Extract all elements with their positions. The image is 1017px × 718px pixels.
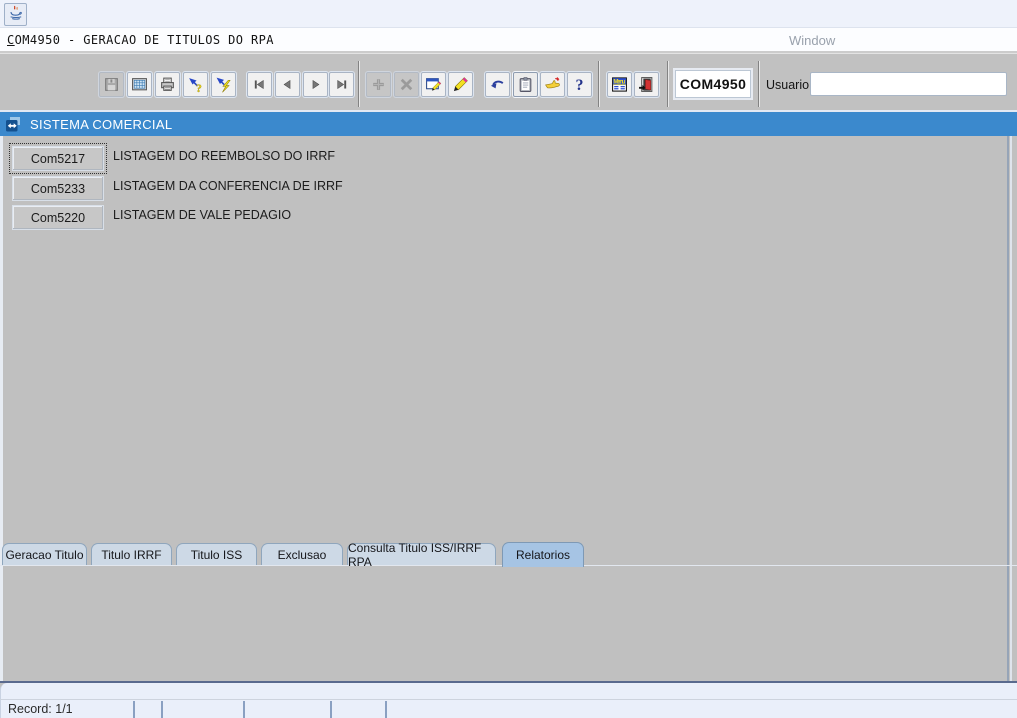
frame-title: SISTEMA COMERCIAL <box>30 117 172 132</box>
toolbar-separator <box>598 61 600 107</box>
next-record-icon <box>307 76 324 93</box>
pencil-icon <box>452 76 469 93</box>
hand-icon <box>544 76 561 93</box>
status-divider <box>0 699 1017 700</box>
insert-record-button[interactable] <box>366 72 391 97</box>
report-button-com5233[interactable]: Com5233 <box>12 176 104 201</box>
toolbar-separator <box>758 61 760 107</box>
enter-query-button[interactable]: ? <box>183 72 208 97</box>
menu-bar: COM4950 - GERACAO DE TITULOS DO RPA Wind… <box>0 28 1017 53</box>
tab-exclusao[interactable]: Exclusao <box>261 543 343 565</box>
delete-record-button[interactable] <box>394 72 419 97</box>
clipboard-button[interactable] <box>513 72 538 97</box>
tab-relatorios[interactable]: Relatorios <box>502 542 584 567</box>
save-button[interactable] <box>99 72 124 97</box>
java-coffee-cup-icon <box>8 5 24 24</box>
frame-titlebar: SISTEMA COMERCIAL <box>0 110 1017 136</box>
execute-query-icon <box>215 76 232 93</box>
report-row: Com5220 LISTAGEM DE VALE PEDAGIO <box>12 205 291 230</box>
tab-titulo-iss[interactable]: Titulo ISS <box>176 543 257 565</box>
usuario-input[interactable] <box>810 72 1007 96</box>
help-button[interactable]: ? <box>567 72 592 97</box>
menu-button[interactable]: Menu <box>607 72 632 97</box>
svg-text:?: ? <box>576 77 584 93</box>
delete-record-icon <box>398 76 415 93</box>
status-cell-separator <box>243 701 245 718</box>
print-button[interactable] <box>155 72 180 97</box>
tab-titulo-irrf[interactable]: Titulo IRRF <box>91 543 172 565</box>
frame-right-edge-highlight <box>1010 136 1012 681</box>
report-description: LISTAGEM DA CONFERENCIA DE IRRF <box>113 179 343 193</box>
previous-record-icon <box>279 76 296 93</box>
tab-geracao-titulo[interactable]: Geracao Titulo <box>2 543 87 565</box>
status-bar <box>0 683 1017 718</box>
toolbar-separator <box>358 61 360 107</box>
menu-item-module-title[interactable]: COM4950 - GERACAO DE TITULOS DO RPA <box>7 33 274 47</box>
next-record-button[interactable] <box>303 72 328 97</box>
help-icon: ? <box>571 76 588 93</box>
last-record-button[interactable] <box>329 72 354 97</box>
report-description: LISTAGEM DE VALE PEDAGIO <box>113 208 291 222</box>
window-top-strip <box>0 0 1017 28</box>
toolbar: ? <box>0 53 1017 112</box>
exit-door-icon <box>638 76 655 93</box>
menu-item-window[interactable]: Window <box>789 33 835 48</box>
report-description: LISTAGEM DO REEMBOLSO DO IRRF <box>113 149 335 163</box>
frame-right-edge <box>1007 136 1009 681</box>
svg-text:Menu: Menu <box>613 78 625 85</box>
status-cell-separator <box>161 701 163 718</box>
java-application-button[interactable] <box>4 3 27 26</box>
insert-record-icon <box>370 76 387 93</box>
status-cell-separator <box>385 701 387 718</box>
save-icon <box>103 76 120 93</box>
svg-text:?: ? <box>196 82 202 93</box>
clipboard-icon <box>517 76 534 93</box>
first-record-icon <box>251 76 268 93</box>
menu-icon: Menu <box>611 76 628 93</box>
item-editor-button[interactable] <box>448 72 473 97</box>
status-cell-separator <box>330 701 332 718</box>
undo-icon <box>489 76 506 93</box>
print-icon <box>159 76 176 93</box>
record-lock-button[interactable] <box>540 72 565 97</box>
execute-query-button[interactable] <box>211 72 236 97</box>
first-record-button[interactable] <box>247 72 272 97</box>
display-block-icon <box>131 76 148 93</box>
window-switch-icon[interactable] <box>5 116 21 132</box>
edit-button[interactable] <box>421 72 446 97</box>
usuario-label: Usuario <box>766 78 809 92</box>
undo-button[interactable] <box>485 72 510 97</box>
toolbar-separator <box>667 61 669 107</box>
module-code-field[interactable]: COM4950 <box>675 70 751 98</box>
exit-button[interactable] <box>634 72 659 97</box>
report-row: Com5217 LISTAGEM DO REEMBOLSO DO IRRF <box>12 146 335 171</box>
report-row: Com5233 LISTAGEM DA CONFERENCIA DE IRRF <box>12 176 343 201</box>
edit-window-icon <box>425 76 442 93</box>
last-record-icon <box>333 76 350 93</box>
report-button-com5220[interactable]: Com5220 <box>12 205 104 230</box>
report-button-com5217[interactable]: Com5217 <box>12 146 104 171</box>
record-indicator: Record: 1/1 <box>8 702 73 716</box>
enter-query-icon: ? <box>187 76 204 93</box>
status-cell-separator <box>133 701 135 718</box>
tab-consulta-titulo[interactable]: Consulta Titulo ISS/IRRF RPA <box>347 543 496 565</box>
previous-record-button[interactable] <box>275 72 300 97</box>
display-block-button[interactable] <box>127 72 152 97</box>
